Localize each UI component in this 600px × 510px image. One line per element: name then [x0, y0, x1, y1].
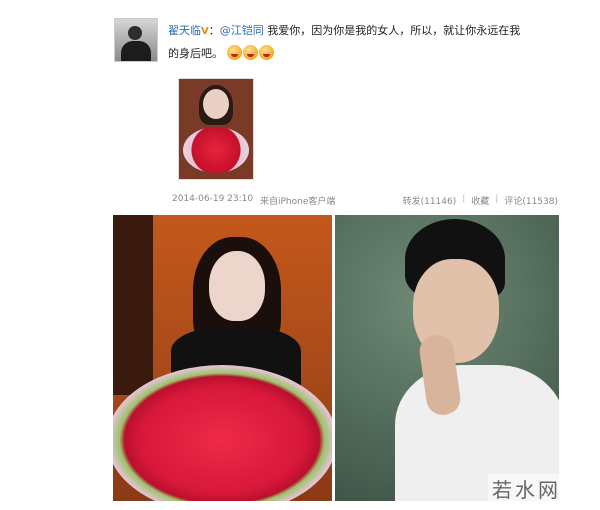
divider: |: [495, 194, 499, 204]
post-text-line1: 我爱你，因为你是我的女人，所以，就让你永远在我: [267, 24, 521, 37]
post-timestamp[interactable]: 2014-06-19 23:10: [172, 194, 253, 204]
emoji-icon: [242, 45, 258, 60]
emoji-icon: [226, 45, 242, 60]
photo-face-shape: [209, 251, 265, 321]
post-image-thumbnail[interactable]: [178, 78, 254, 180]
site-watermark: 若水网: [488, 474, 565, 503]
photo-bouquet-shape: [113, 365, 332, 501]
post-content: 翟天临V：@江铠同 我爱你，因为你是我的女人，所以，就让你永远在我 的身后吧。: [168, 20, 568, 65]
favorite-button[interactable]: 收藏: [471, 194, 489, 207]
mention-link[interactable]: @江铠同: [220, 24, 264, 37]
thumbnail-bouquet-shape: [183, 127, 249, 173]
avatar[interactable]: [114, 18, 158, 62]
photo-door-shape: [113, 215, 153, 395]
repost-button[interactable]: 转发(11146): [403, 194, 457, 207]
username-link[interactable]: 翟天临: [168, 24, 201, 37]
avatar-head-shape: [128, 26, 142, 40]
post-actions: 转发(11146) | 收藏 | 评论(11538): [403, 194, 558, 207]
emoji-icon: [258, 45, 274, 60]
post-source: 来自iPhone客户端: [260, 197, 336, 207]
post-text-line2: 的身后吧。: [168, 47, 223, 60]
thumbnail-face-shape: [203, 89, 229, 119]
photo-woman-with-roses: [113, 215, 332, 501]
avatar-body-shape: [121, 41, 151, 61]
divider: |: [462, 194, 466, 204]
post-meta-bar: 2014-06-19 23:10 来自iPhone客户端 转发(11146) |…: [172, 194, 558, 210]
colon: ：: [208, 24, 220, 37]
comment-button[interactable]: 评论(11538): [504, 194, 558, 207]
photo-man-portrait: [335, 215, 559, 501]
verified-badge-icon: V: [201, 26, 209, 37]
